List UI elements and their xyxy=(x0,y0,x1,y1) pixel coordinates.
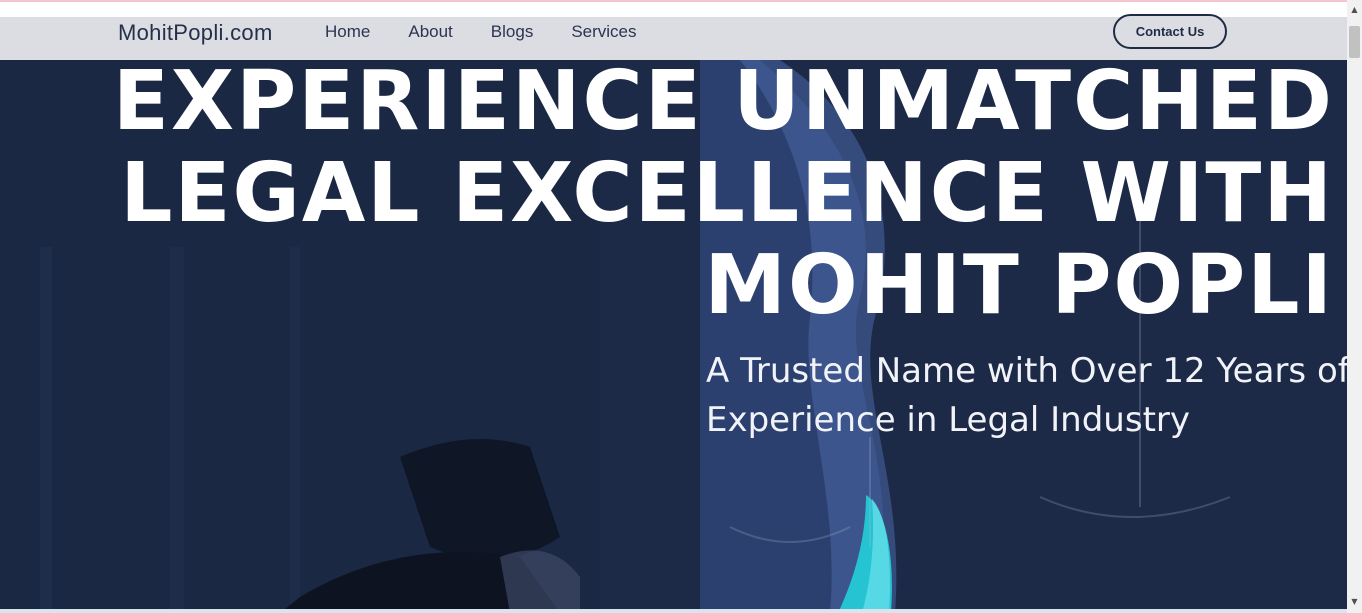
hero-headline-line: LEGAL EXCELLENCE WITH xyxy=(120,146,1334,241)
hero-headline-line: MOHIT POPLI xyxy=(704,238,1334,333)
navbar: MohitPopli.com Home About Blogs Services… xyxy=(0,14,1347,60)
page-scrollbar[interactable]: ▲ ▼ xyxy=(1347,0,1362,613)
hero-subtitle-line: A Trusted Name with Over 12 Years of xyxy=(706,351,1350,391)
hero-headline-line: EXPERIENCE UNMATCHED xyxy=(112,54,1334,149)
nav-links: Home About Blogs Services xyxy=(325,22,675,42)
hero-subtitle: A Trusted Name with Over 12 Years of Exp… xyxy=(706,347,1350,445)
nav-link-home[interactable]: Home xyxy=(325,22,370,42)
scroll-up-arrow-icon[interactable]: ▲ xyxy=(1347,2,1362,17)
hero-headline: EXPERIENCE UNMATCHED LEGAL EXCELLENCE WI… xyxy=(113,56,1334,332)
site-logo[interactable]: MohitPopli.com xyxy=(118,19,273,47)
nav-link-about[interactable]: About xyxy=(408,22,452,42)
bottom-strip xyxy=(0,609,1347,613)
contact-us-button[interactable]: Contact Us xyxy=(1113,14,1227,49)
scroll-down-arrow-icon[interactable]: ▼ xyxy=(1347,594,1362,609)
nav-link-services[interactable]: Services xyxy=(571,22,636,42)
hero-subtitle-line: Experience in Legal Industry xyxy=(706,400,1191,440)
scrollbar-thumb[interactable] xyxy=(1349,26,1360,58)
nav-link-blogs[interactable]: Blogs xyxy=(491,22,534,42)
